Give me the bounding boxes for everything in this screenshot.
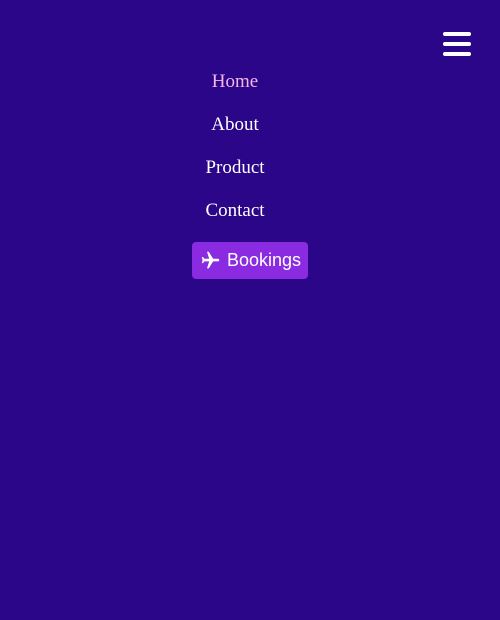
nav-link-home[interactable]: Home bbox=[212, 70, 258, 94]
nav-item-home: Home bbox=[0, 70, 470, 113]
hamburger-bar bbox=[443, 32, 471, 36]
nav-item-product: Product bbox=[0, 156, 470, 199]
bookings-button-label: Bookings bbox=[227, 250, 302, 270]
plane-icon bbox=[201, 251, 220, 269]
hamburger-bar bbox=[443, 52, 471, 56]
hamburger-bar bbox=[443, 42, 471, 46]
nav-link-product[interactable]: Product bbox=[205, 156, 264, 180]
nav-menu: Home About Product Contact bbox=[0, 70, 470, 242]
nav-item-about: About bbox=[0, 113, 470, 156]
nav-item-contact: Contact bbox=[0, 199, 470, 242]
nav-link-about[interactable]: About bbox=[211, 113, 259, 137]
hamburger-icon[interactable] bbox=[443, 32, 471, 58]
bookings-button[interactable]: Bookings bbox=[192, 242, 308, 279]
nav-link-contact[interactable]: Contact bbox=[205, 199, 264, 223]
